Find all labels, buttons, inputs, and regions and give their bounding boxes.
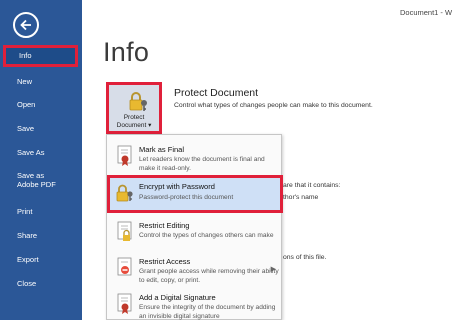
protect-button-line1: Protect xyxy=(123,114,145,121)
protect-document-button[interactable]: Protect Document ▾ xyxy=(106,82,162,134)
sidebar-item-new[interactable]: New xyxy=(0,71,82,93)
sidebar-item-close[interactable]: Close xyxy=(0,273,82,295)
sidebar-item-label: Save as Adobe PDF xyxy=(17,171,56,189)
protect-button-line2: Document xyxy=(116,121,147,129)
menu-item-title: Restrict Editing xyxy=(139,221,190,230)
menu-item-desc: Control the types of changes others can … xyxy=(139,232,274,239)
dropdown-caret-icon: ▾ xyxy=(146,121,152,129)
menu-item-restrict-access[interactable]: Restrict Access Grant people access whil… xyxy=(107,251,282,291)
sidebar-item-save[interactable]: Save xyxy=(0,118,82,140)
sidebar-item-save-as[interactable]: Save As xyxy=(0,142,82,164)
menu-item-title: Mark as Final xyxy=(139,145,185,154)
sidebar-item-label: New xyxy=(17,76,33,86)
section-heading: Protect Document xyxy=(174,87,259,99)
inspect-text: are that it contains: xyxy=(283,182,341,189)
sidebar-item-share[interactable]: Share xyxy=(0,225,82,247)
sidebar-item-label: Share xyxy=(17,230,38,240)
sidebar-item-export[interactable]: Export xyxy=(0,249,82,271)
window-title: Document1 - W xyxy=(400,8,453,17)
lock-key-icon xyxy=(116,184,133,202)
menu-item-desc: Password-protect this document xyxy=(139,194,234,201)
document-signature-icon xyxy=(117,293,132,314)
back-arrow-icon xyxy=(20,19,31,31)
section-description: Control what types of changes people can… xyxy=(174,102,373,109)
author-text: thor's name xyxy=(283,194,319,201)
menu-item-desc: Let readers know the document is final a… xyxy=(139,156,265,172)
menu-item-mark-as-final[interactable]: Mark as Final Let readers know the docum… xyxy=(107,139,282,179)
document-block-icon xyxy=(117,257,132,276)
sidebar-item-label: Save As xyxy=(17,147,45,157)
word-backstage: Info New Open Save Save As Save as Adobe… xyxy=(0,0,460,320)
sidebar-item-label: Info xyxy=(19,50,32,60)
sidebar-item-save-as-pdf[interactable]: Save as Adobe PDF xyxy=(0,168,82,194)
sidebar-item-label: Export xyxy=(17,254,39,264)
versions-text: ons of this file. xyxy=(283,254,327,261)
menu-item-restrict-editing[interactable]: Restrict Editing Control the types of ch… xyxy=(107,215,282,255)
page-title: Info xyxy=(103,37,150,67)
menu-item-title: Encrypt with Password xyxy=(139,182,215,191)
backstage-sidebar: Info New Open Save Save As Save as Adobe… xyxy=(0,0,82,320)
protect-document-menu: Mark as Final Let readers know the docum… xyxy=(106,134,283,320)
sidebar-item-label: Close xyxy=(17,278,37,288)
menu-item-desc: Grant people access while removing their… xyxy=(139,268,279,284)
menu-item-desc: Ensure the integrity of the document by … xyxy=(139,304,276,320)
lock-key-icon xyxy=(129,92,147,111)
document-lock-icon xyxy=(117,221,132,241)
sidebar-item-label: Save xyxy=(17,123,35,133)
submenu-arrow-icon: ▶ xyxy=(270,266,276,273)
menu-item-title: Restrict Access xyxy=(139,257,191,266)
sidebar-item-open[interactable]: Open xyxy=(0,94,82,116)
sidebar-item-info[interactable]: Info xyxy=(3,45,78,67)
sidebar-item-label: Print xyxy=(17,206,33,216)
sidebar-item-label: Open xyxy=(17,99,36,109)
menu-item-title: Add a Digital Signature xyxy=(139,293,216,302)
menu-item-add-digital-signature[interactable]: Add a Digital Signature Ensure the integ… xyxy=(107,287,282,320)
sidebar-item-print[interactable]: Print xyxy=(0,201,82,223)
document-ribbon-icon xyxy=(117,145,132,166)
menu-item-encrypt-with-password[interactable]: Encrypt with Password Password-protect t… xyxy=(107,175,283,213)
back-button[interactable] xyxy=(13,12,39,38)
